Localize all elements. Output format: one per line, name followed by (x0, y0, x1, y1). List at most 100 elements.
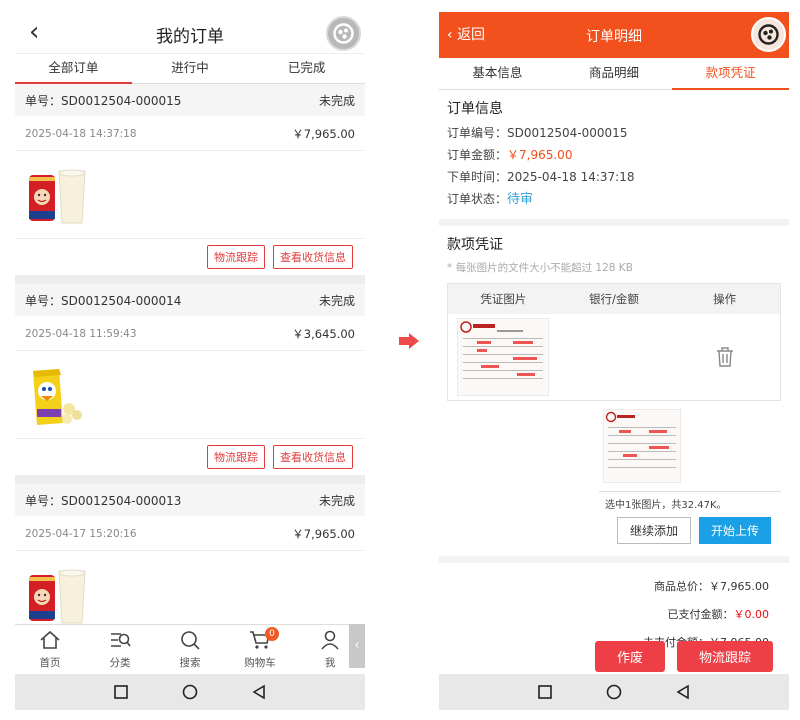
order-info: 2025-04-18 11:59:43 ￥3,645.00 (15, 317, 365, 351)
value: SD0012504-000015 (507, 126, 628, 140)
transition-arrow-icon (399, 333, 419, 349)
view-address-button[interactable]: 查看收货信息 (273, 245, 353, 269)
voucher-table: 凭证图片 银行/金额 操作 (447, 283, 781, 401)
tab-payment-voucher[interactable]: 款项凭证 (672, 58, 789, 90)
upload-actions: 继续添加 开始上传 (439, 511, 789, 544)
menu-circle-icon (333, 23, 354, 44)
logistics-track-button[interactable]: 物流跟踪 (207, 445, 265, 469)
selection-summary: 选中1张图片，共32.47K。 (599, 491, 781, 511)
tab-in-progress[interactable]: 进行中 (132, 54, 249, 83)
cart-badge: 0 (265, 627, 279, 641)
back-triangle-icon[interactable] (676, 685, 690, 699)
order-amount-row: 订单金额：￥7,965.00 (439, 144, 789, 166)
order-time: 2025-04-17 15:20:16 (25, 527, 137, 540)
value: ￥7,965.00 (507, 148, 573, 162)
side-drawer-handle[interactable]: ‹ (349, 624, 365, 668)
order-time-row: 下单时间：2025-04-18 14:37:18 (439, 166, 789, 188)
tab-product-detail[interactable]: 商品明细 (556, 58, 673, 89)
order-number: 单号：SD0012504-000015 (25, 93, 182, 108)
order-status: 未完成 (318, 93, 355, 108)
back-triangle-icon[interactable] (252, 685, 266, 699)
order-tabs: 全部订单 进行中 已完成 (15, 54, 365, 84)
floating-menu-button[interactable] (751, 17, 786, 52)
home-circle-icon[interactable] (182, 684, 198, 700)
value: 2025-04-18 14:37:18 (507, 170, 635, 184)
divider (15, 475, 365, 484)
tab-completed[interactable]: 已完成 (248, 54, 365, 83)
order-list-header: ‹ 我的订单 (15, 12, 365, 54)
home-icon (40, 630, 60, 649)
order-detail-screen: ‹ 返回 订单明细 基本信息 商品明细 款项凭证 订单信息 订单编号：SD001… (439, 12, 789, 710)
void-order-button[interactable]: 作废 (594, 641, 665, 672)
order-card[interactable]: 单号：SD0012504-000014 未完成 2025-04-18 11:59… (15, 284, 365, 475)
milk-can-product-image (29, 169, 86, 224)
order-time: 2025-04-18 14:37:18 (25, 127, 137, 140)
label: 下单时间： (447, 170, 508, 184)
milk-can-product-image (29, 569, 86, 624)
label: 已支付金额： (667, 608, 734, 621)
table-header: 凭证图片 银行/金额 操作 (448, 284, 780, 314)
continue-add-button[interactable]: 继续添加 (616, 517, 691, 544)
col-voucher-image: 凭证图片 (480, 292, 527, 306)
detail-tabs: 基本信息 商品明细 款项凭证 (439, 58, 789, 90)
juice-box-product-image (33, 369, 82, 425)
category-icon (111, 633, 131, 647)
divider (439, 556, 789, 563)
bank-receipt-preview (602, 408, 682, 484)
floating-menu-button[interactable] (326, 16, 361, 51)
view-address-button[interactable]: 查看收货信息 (273, 445, 353, 469)
label: 订单状态： (447, 192, 508, 206)
size-hint: * 每张图片的文件大小不能超过 128 KB (447, 262, 633, 274)
nav-search[interactable]: 搜索 (155, 625, 225, 674)
home-circle-icon[interactable] (606, 684, 622, 700)
tab-all-orders[interactable]: 全部订单 (15, 54, 132, 84)
col-bank-amount: 银行/金额 (589, 292, 639, 306)
tab-basic-info[interactable]: 基本信息 (439, 58, 556, 89)
logistics-track-button[interactable]: 物流跟踪 (676, 641, 773, 672)
order-list-screen: ‹ 我的订单 全部订单 进行中 已完成 单号：SD0012504-000015 … (15, 12, 365, 710)
goods-total-row: 商品总价：￥7,965.00 (439, 573, 769, 601)
recent-apps-icon[interactable] (538, 685, 552, 699)
upload-preview-image[interactable] (602, 408, 789, 487)
label: 订单编号： (447, 126, 508, 140)
recent-apps-icon[interactable] (114, 685, 128, 699)
product-thumbnail[interactable] (15, 151, 365, 239)
nav-label: 搜索 (179, 657, 201, 669)
bottom-navigation: 首页 分类 搜索 0 购物车 我 (15, 624, 365, 674)
order-price: ￥7,965.00 (292, 126, 355, 141)
voucher-image-cell[interactable] (448, 318, 559, 396)
order-time: 2025-04-18 11:59:43 (25, 327, 137, 340)
divider (439, 219, 789, 226)
nav-cart[interactable]: 0 购物车 (225, 625, 295, 674)
order-status-row: 订单状态：待审 (439, 188, 789, 211)
order-info: 2025-04-17 15:20:16 ￥7,965.00 (15, 517, 365, 551)
android-nav-bar (439, 674, 789, 710)
label: 商品总价： (654, 580, 710, 593)
detail-body: 订单信息 订单编号：SD0012504-000015 订单金额：￥7,965.0… (439, 90, 789, 657)
trash-icon[interactable] (715, 346, 735, 368)
nav-home[interactable]: 首页 (15, 625, 85, 674)
order-actions: 物流跟踪 查看收货信息 (15, 239, 365, 275)
order-header: 单号：SD0012504-000013 未完成 (15, 484, 365, 516)
start-upload-button[interactable]: 开始上传 (698, 517, 771, 544)
order-status: 未完成 (318, 293, 355, 308)
logistics-track-button[interactable]: 物流跟踪 (207, 245, 265, 269)
page-title: 订单明细 (586, 29, 642, 45)
table-row (448, 314, 780, 400)
order-price: ￥3,645.00 (292, 326, 355, 341)
order-card[interactable]: 单号：SD0012504-000015 未完成 2025-04-18 14:37… (15, 84, 365, 275)
page-title: 我的订单 (156, 27, 224, 47)
menu-circle-icon (758, 24, 779, 45)
nav-label: 购物车 (244, 657, 276, 669)
order-detail-header: ‹ 返回 订单明细 (439, 12, 789, 58)
voucher-title: 款项凭证 (447, 237, 503, 253)
user-icon (321, 630, 339, 650)
order-number-row: 订单编号：SD0012504-000015 (439, 122, 789, 144)
product-thumbnail[interactable] (15, 351, 365, 439)
value: ￥0.00 (733, 608, 770, 621)
nav-category[interactable]: 分类 (85, 625, 155, 674)
order-card[interactable]: 单号：SD0012504-000013 未完成 2025-04-17 15:20… (15, 484, 365, 639)
paid-row: 已支付金额：￥0.00 (439, 601, 770, 629)
label: 订单金额： (447, 148, 508, 162)
selection-text: 选中1张图片，共32.47K。 (605, 500, 727, 511)
